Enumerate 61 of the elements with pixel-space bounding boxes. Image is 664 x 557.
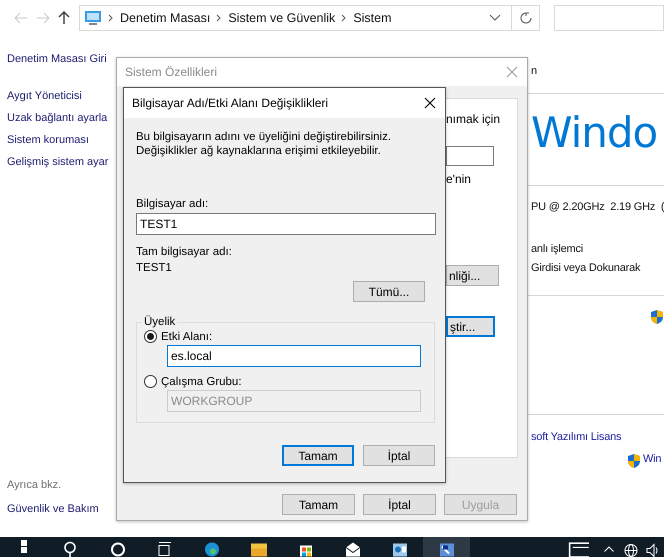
dialog-button[interactable]: İptal bbox=[363, 494, 436, 515]
refresh-icon bbox=[520, 12, 532, 24]
breadcrumb-item[interactable]: Sistem bbox=[353, 10, 392, 24]
circle-icon bbox=[110, 540, 126, 557]
processor-text: PU @ 2.20GHz 2.19 GHz ( bbox=[531, 201, 664, 213]
chevron-down-icon[interactable] bbox=[489, 14, 502, 22]
description-text: nımak için bbox=[446, 112, 500, 126]
dialog-button[interactable]: Tamam bbox=[282, 494, 355, 515]
panel-button[interactable]: nliği... bbox=[446, 265, 499, 286]
sidebar-link[interactable]: Aygıt Yöneticisi bbox=[7, 90, 82, 102]
section-heading: Ayrıca bkz. bbox=[7, 479, 62, 491]
radio-button[interactable] bbox=[144, 375, 157, 388]
window-title: Sistem Özellikleri bbox=[125, 65, 218, 79]
pen-touch-text: Girdisi veya Dokunarak bbox=[531, 262, 640, 274]
chevron-right-icon bbox=[341, 14, 348, 22]
description-field[interactable] bbox=[446, 146, 494, 166]
more-button[interactable]: Tümü... bbox=[353, 281, 425, 302]
license-terms-link[interactable]: soft Yazılımı Lisans bbox=[531, 431, 622, 443]
refresh-button[interactable] bbox=[512, 4, 540, 30]
sidebar-link[interactable]: Denetim Masası Giri bbox=[7, 53, 107, 65]
computer-icon bbox=[84, 10, 102, 26]
page-title: n bbox=[531, 65, 537, 77]
panel-button[interactable]: ştir... bbox=[446, 316, 495, 337]
field-label: Tam bilgisayar adı: bbox=[136, 245, 233, 259]
sidebar-link[interactable]: Gelişmiş sistem ayar bbox=[7, 156, 108, 168]
windows-logo-icon bbox=[20, 540, 26, 553]
address-bar[interactable]: Denetim Masası Sistem ve Güvenlik Sistem bbox=[79, 4, 512, 30]
right-arrow-icon bbox=[36, 12, 50, 24]
close-icon bbox=[506, 66, 518, 78]
left-arrow-icon bbox=[14, 12, 28, 24]
chevron-right-icon bbox=[216, 14, 222, 22]
search-field[interactable] bbox=[554, 4, 664, 30]
system-type-text: anlı işlemci bbox=[531, 243, 584, 255]
up-arrow-icon bbox=[58, 10, 70, 24]
sidebar-link[interactable]: Güvenlik ve Bakım bbox=[7, 503, 99, 515]
description-text: Bu bilgisayarın adını ve üyeliğini değiştirebilirsiniz. Değişiklikler ağ kaynaklarına erişimi etkileyebilir. bbox=[136, 130, 392, 158]
activation-link[interactable]: Win bbox=[643, 453, 662, 465]
sidebar-link[interactable]: Uzak bağlantı ayarla bbox=[7, 112, 108, 124]
dialog-button[interactable]: Tamam bbox=[282, 445, 354, 466]
dialog-button[interactable]: İptal bbox=[363, 445, 435, 466]
breadcrumb-item[interactable]: Sistem ve Güvenlik bbox=[228, 10, 336, 24]
radio-label: Etki Alanı: bbox=[161, 330, 212, 342]
full-name-text: TEST1 bbox=[136, 261, 173, 275]
edge-icon bbox=[204, 540, 220, 557]
sidebar-link[interactable]: Sistem koruması bbox=[7, 134, 89, 146]
description-text: e'nin bbox=[446, 172, 471, 186]
computer-name-field[interactable]: TEST1 bbox=[136, 213, 436, 235]
breadcrumb-item[interactable]: Denetim Masası bbox=[120, 10, 210, 24]
close-icon bbox=[424, 97, 436, 109]
shield-icon bbox=[650, 309, 664, 325]
windows-logo-text: Windo bbox=[531, 108, 658, 157]
radio-label: Çalışma Grubu: bbox=[161, 376, 242, 388]
chevron-right-icon bbox=[108, 14, 114, 22]
task-view-icon bbox=[156, 540, 172, 557]
search-icon bbox=[62, 540, 78, 557]
shield-icon bbox=[627, 453, 641, 469]
field-label: Bilgisayar adı: bbox=[136, 197, 210, 211]
dialog-title: Bilgisayar Adı/Etki Alanı Değişiklikleri bbox=[132, 96, 330, 110]
radio-button[interactable] bbox=[144, 330, 157, 343]
group-title: Üyelik bbox=[143, 316, 176, 328]
membership-field[interactable]: es.local bbox=[167, 345, 421, 367]
